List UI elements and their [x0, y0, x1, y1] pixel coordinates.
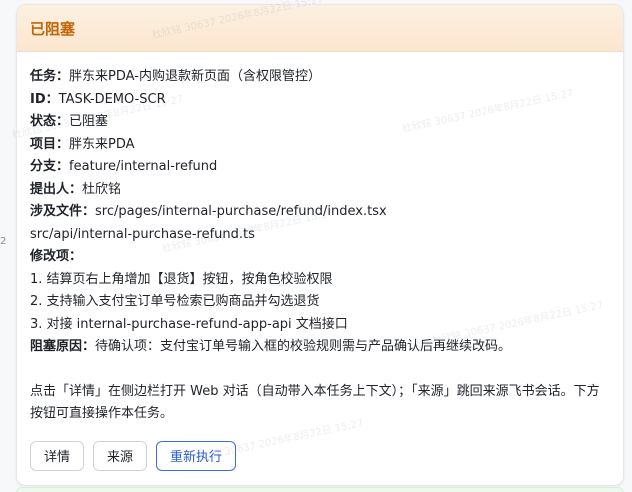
field-changes-label: 修改项	[30, 249, 70, 264]
field-project-label: 项目	[30, 136, 57, 152]
card-title: 已阻塞	[30, 19, 76, 38]
field-separator: ：	[56, 69, 70, 84]
field-task: 任务：胖东来PDA-内购退款新页面（含权限管控）	[30, 66, 610, 89]
chat-viewport: 2 已阻塞 任务：胖东来PDA-内购退款新页面（含权限管控） ID：TASK-D…	[0, 0, 632, 492]
field-separator: ：	[56, 159, 70, 174]
field-submitter-value: 杜欣铭	[82, 181, 122, 197]
field-blocked-label: 阻塞原因	[30, 339, 83, 354]
rerun-button[interactable]: 重新执行	[156, 440, 237, 471]
field-id: ID：TASK-DEMO-SCR	[30, 89, 610, 112]
field-submitter: 提出人：杜欣铭	[30, 179, 610, 202]
detail-button[interactable]: 详情	[30, 440, 85, 471]
change-item: 3. 对接 internal-purchase-refund-app-api 文…	[30, 316, 348, 332]
field-status-label: 状态	[30, 114, 57, 129]
source-button[interactable]: 来源	[93, 440, 148, 471]
card-body: 任务：胖东来PDA-内购退款新页面（含权限管控） ID：TASK-DEMO-SC…	[17, 52, 623, 471]
field-status: 状态：已阻塞	[30, 111, 610, 134]
field-changes: 修改项：	[30, 246, 610, 269]
change-item: 2. 支持输入支付宝订单号检索已购商品并勾选退货	[30, 294, 320, 309]
field-blocked-value: 待确认项：支付宝订单号输入框的校验规则需与产品确认后再继续改码。	[95, 339, 512, 354]
field-separator: ：	[56, 114, 70, 129]
field-separator: ：	[82, 204, 96, 219]
field-task-value: 胖东来PDA-内购退款新页面（含权限管控）	[69, 69, 321, 84]
field-separator: ：	[82, 339, 96, 354]
card-header: 已阻塞	[17, 5, 623, 52]
edge-mark: 2	[0, 236, 7, 247]
field-blocked: 阻塞原因：待确认项：支付宝订单号输入框的校验规则需与产品确认后再继续改码。	[30, 336, 610, 359]
field-files: 涉及文件：src/pages/internal-purchase/refund/…	[30, 201, 610, 224]
field-task-label: 任务	[30, 69, 57, 84]
card-note: 点击「详情」在侧边栏打开 Web 对话（自动带入本任务上下文）；「来源」跳回来源…	[30, 383, 600, 422]
field-files-label: 涉及文件	[30, 204, 83, 219]
field-separator: ：	[69, 181, 83, 197]
field-branch: 分支：feature/internal-refund	[30, 156, 610, 179]
task-card: 已阻塞 任务：胖东来PDA-内购退款新页面（含权限管控） ID：TASK-DEM…	[16, 4, 624, 486]
field-branch-label: 分支	[30, 159, 57, 174]
field-status-value: 已阻塞	[69, 114, 109, 129]
field-branch-value: feature/internal-refund	[69, 159, 218, 174]
field-separator: ：	[45, 91, 59, 107]
field-separator: ：	[56, 136, 70, 152]
field-project-value: 胖东来PDA	[69, 136, 135, 152]
file-path: src/pages/internal-purchase/refund/index…	[95, 204, 387, 219]
action-buttons: 详情 来源 重新执行	[30, 440, 610, 471]
field-project: 项目：胖东来PDA	[30, 134, 610, 157]
field-separator: ：	[69, 249, 83, 264]
file-path-line: src/api/internal-purchase-refund.ts	[30, 224, 610, 247]
field-id-value: TASK-DEMO-SCR	[58, 91, 166, 107]
field-submitter-label: 提出人	[30, 181, 70, 197]
field-id-label: ID	[30, 91, 46, 107]
change-item: 1. 结算页右上角增加【退货】按钮，按角色校验权限	[30, 271, 333, 287]
next-card-edge	[16, 487, 624, 492]
file-path: src/api/internal-purchase-refund.ts	[30, 226, 255, 242]
